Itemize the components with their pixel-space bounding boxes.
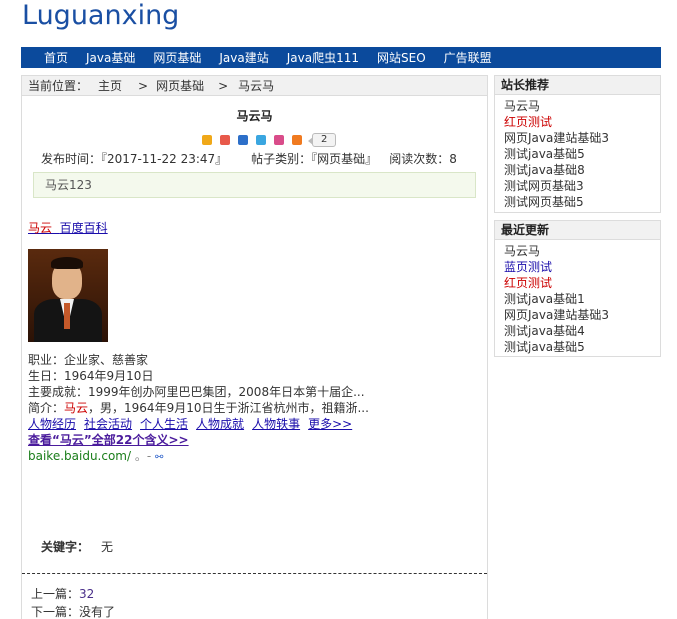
article-panel: 当前位置： 主页 > 网页基础 > 马云马 马云马 2 发布时间：『2017-1… xyxy=(21,75,488,619)
publish-label: 发布时间： xyxy=(41,152,102,166)
baike-link-personal[interactable]: 个人生活 xyxy=(140,417,188,431)
share-tencent-icon[interactable] xyxy=(256,135,266,145)
publish-time: 『2017-11-22 23:47』 xyxy=(101,152,228,166)
breadcrumb-separator: > xyxy=(218,78,229,93)
baike-links: 人物经历 社会活动 个人生活 人物成就 人物轶事 更多>> xyxy=(28,416,369,432)
nav-item-java-crawler[interactable]: Java爬虫111 xyxy=(287,49,359,66)
nav-item-seo[interactable]: 网站SEO xyxy=(377,49,426,66)
nav-item-home[interactable]: 首页 xyxy=(44,49,68,66)
breadcrumb-separator: > xyxy=(138,78,149,93)
intro-line: 简介：马云，男，1964年9月10日生于浙江省杭州市，祖籍浙... xyxy=(28,400,369,416)
list-item[interactable]: 马云马 xyxy=(504,98,660,114)
share-weibo-icon[interactable] xyxy=(220,135,230,145)
article-summary: 马云123 xyxy=(33,172,476,198)
keywords: 关键字： 无 xyxy=(41,538,113,555)
divider xyxy=(22,573,487,574)
baike-title-link[interactable]: 马云 百度百科 xyxy=(28,221,108,235)
baike-link-social[interactable]: 社会活动 xyxy=(84,417,132,431)
article-meta: 发布时间：『2017-11-22 23:47』 帖子类别：『网页基础』 阅读次数：8 xyxy=(41,150,457,167)
latest-list: 马云马 蓝页测试 红页测试 测试java基础1 网页Java建站基础3 测试ja… xyxy=(495,240,660,357)
next-value: 没有了 xyxy=(79,605,116,619)
recommend-box: 站长推荐 马云马 红页测试 网页Java建站基础3 测试java基础5 测试ja… xyxy=(494,75,661,213)
list-item[interactable]: 测试网页基础3 xyxy=(504,178,660,194)
person-photo[interactable] xyxy=(28,249,108,342)
article-title: 马云马 xyxy=(236,109,273,123)
baike-source: 百度百科 xyxy=(59,221,108,235)
breadcrumb: 当前位置： 主页 > 网页基础 > 马云马 xyxy=(22,76,487,96)
baike-link-experience[interactable]: 人物经历 xyxy=(28,417,76,431)
list-item[interactable]: 红页测试 xyxy=(504,275,660,291)
list-item[interactable]: 测试java基础1 xyxy=(504,291,660,307)
list-item[interactable]: 测试java基础4 xyxy=(504,323,660,339)
baike-info: 职业：企业家、慈善家 生日：1964年9月10日 主要成就：1999年创办阿里巴… xyxy=(28,352,369,466)
next-label: 下一篇： xyxy=(31,605,80,619)
achievement-line: 主要成就：1999年创办阿里巴巴集团，2008年日本第十届企... xyxy=(28,385,365,399)
intro-label: 简介： xyxy=(28,401,65,415)
baike-header: 马云 百度百科 xyxy=(28,219,108,236)
baike-link-achievements[interactable]: 人物成就 xyxy=(196,417,244,431)
share-renren-icon[interactable] xyxy=(238,135,248,145)
list-item[interactable]: 测试java基础8 xyxy=(504,162,660,178)
link-icon[interactable]: ⚯ xyxy=(155,452,163,463)
list-item[interactable]: 网页Java建站基础3 xyxy=(504,307,660,323)
main-nav: 首页 Java基础 网页基础 Java建站 Java爬虫111 网站SEO 广告… xyxy=(21,47,661,68)
latest-title: 最近更新 xyxy=(495,221,660,240)
list-item[interactable]: 测试网页基础5 xyxy=(504,194,660,210)
share-count[interactable]: 2 xyxy=(307,133,337,147)
nav-item-java-site[interactable]: Java建站 xyxy=(219,49,268,66)
latest-box: 最近更新 马云马 蓝页测试 红页测试 测试java基础1 网页Java建站基础3… xyxy=(494,220,661,357)
keywords-label: 关键字： xyxy=(41,540,90,554)
breadcrumb-home[interactable]: 主页 xyxy=(98,77,122,94)
category-label: 帖子类别： xyxy=(251,152,312,166)
source-line: baike.baidu.com/ 。- ⚯ xyxy=(28,448,369,466)
list-item[interactable]: 红页测试 xyxy=(504,114,660,130)
list-item[interactable]: 网页Java建站基础3 xyxy=(504,130,660,146)
share-more-icon[interactable] xyxy=(292,135,302,145)
list-item[interactable]: 测试java基础5 xyxy=(504,146,660,162)
recommend-list: 马云马 红页测试 网页Java建站基础3 测试java基础5 测试java基础8… xyxy=(495,95,660,212)
category-value: 『网页基础』 xyxy=(311,152,378,166)
share-qzone-icon[interactable] xyxy=(202,135,212,145)
source-suffix: 。- xyxy=(131,449,156,463)
prev-link[interactable]: 32 xyxy=(79,587,94,601)
baike-name: 马云 xyxy=(28,221,53,235)
prev-post: 上一篇：32 xyxy=(31,585,115,603)
intro-name: 马云 xyxy=(64,401,89,415)
source-url[interactable]: baike.baidu.com/ xyxy=(28,449,131,463)
prev-next: 上一篇：32 下一篇：没有了 xyxy=(31,585,115,619)
reads-label: 阅读次数： xyxy=(389,152,450,166)
list-item[interactable]: 马云马 xyxy=(504,243,660,259)
prev-label: 上一篇： xyxy=(31,587,80,601)
baike-link-anecdotes[interactable]: 人物轶事 xyxy=(252,417,300,431)
site-title[interactable]: Luguanxing xyxy=(22,0,179,31)
nav-item-web-basics[interactable]: 网页基础 xyxy=(153,49,201,66)
breadcrumb-category[interactable]: 网页基础 xyxy=(156,77,204,94)
birthday-line: 生日：1964年9月10日 xyxy=(28,369,154,383)
share-douban-icon[interactable] xyxy=(274,135,284,145)
nav-item-java-basics[interactable]: Java基础 xyxy=(86,49,135,66)
occupation-line: 职业：企业家、慈善家 xyxy=(28,353,149,367)
recommend-title: 站长推荐 xyxy=(495,76,660,95)
see-all-meanings-link[interactable]: 查看“马云”全部22个含义>> xyxy=(28,433,189,447)
intro-text: ，男，1964年9月10日生于浙江省杭州市，祖籍浙... xyxy=(88,401,369,415)
breadcrumb-current: 马云马 xyxy=(238,79,275,93)
baike-link-more[interactable]: 更多>> xyxy=(308,417,352,431)
nav-item-ads[interactable]: 广告联盟 xyxy=(444,49,492,66)
list-item[interactable]: 蓝页测试 xyxy=(504,259,660,275)
breadcrumb-prefix: 当前位置： xyxy=(28,79,89,93)
keywords-value: 无 xyxy=(101,540,114,554)
share-bar: 2 xyxy=(202,133,337,147)
list-item[interactable]: 测试java基础5 xyxy=(504,339,660,355)
next-post: 下一篇：没有了 xyxy=(31,603,115,619)
reads-count: 8 xyxy=(449,152,457,166)
